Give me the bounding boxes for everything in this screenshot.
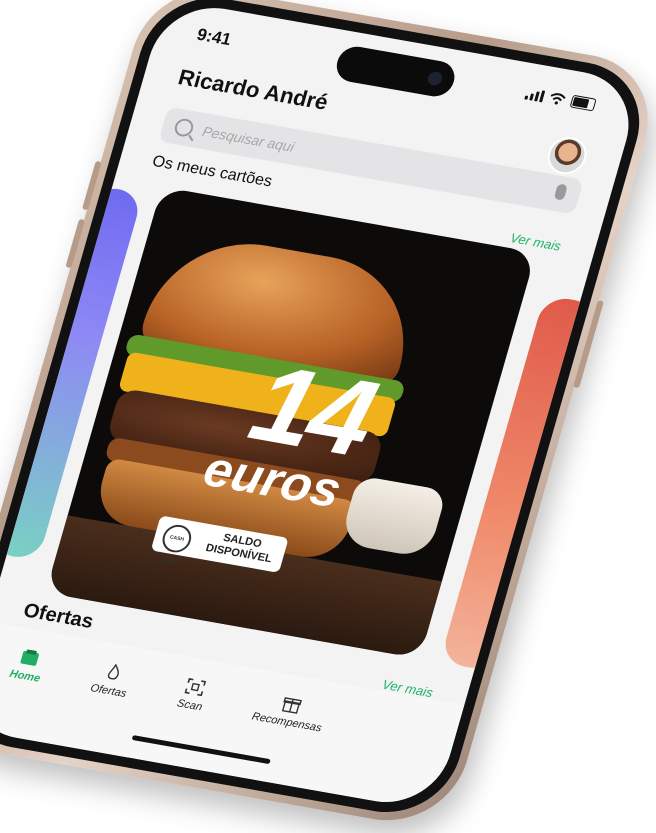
signal-icon xyxy=(524,87,546,102)
status-time: 9:41 xyxy=(194,24,234,50)
cashback-icon: CASH BACK xyxy=(159,522,195,566)
tab-recompensas[interactable]: Recompensas xyxy=(250,689,329,734)
search-placeholder: Pesquisar aqui xyxy=(200,123,297,155)
cards-section-title: Os meus cartões xyxy=(150,152,275,191)
tab-ofertas-label: Ofertas xyxy=(88,682,128,700)
home-indicator[interactable] xyxy=(131,735,271,765)
gift-icon xyxy=(281,697,303,714)
status-icons xyxy=(524,87,597,112)
tab-recompensas-label: Recompensas xyxy=(250,710,324,735)
tab-home-label: Home xyxy=(8,667,42,685)
tab-ofertas[interactable]: Ofertas xyxy=(89,661,134,700)
tab-scan-label: Scan xyxy=(175,697,204,714)
search-icon xyxy=(172,117,196,138)
microphone-icon[interactable] xyxy=(553,183,568,201)
scan-icon xyxy=(184,677,206,697)
tab-scan[interactable]: Scan xyxy=(176,676,210,713)
phone-mockup: 9:41 Ricardo André Pesquisar aqui Os meu… xyxy=(0,0,656,832)
sauce-bowl-image xyxy=(339,475,448,559)
app-screen: 9:41 Ricardo André Pesquisar aqui Os meu… xyxy=(0,0,643,812)
home-icon xyxy=(20,649,40,666)
flame-icon xyxy=(107,663,119,680)
tab-home[interactable]: Home xyxy=(8,647,48,685)
battery-icon xyxy=(569,94,597,112)
wifi-icon xyxy=(550,92,566,105)
